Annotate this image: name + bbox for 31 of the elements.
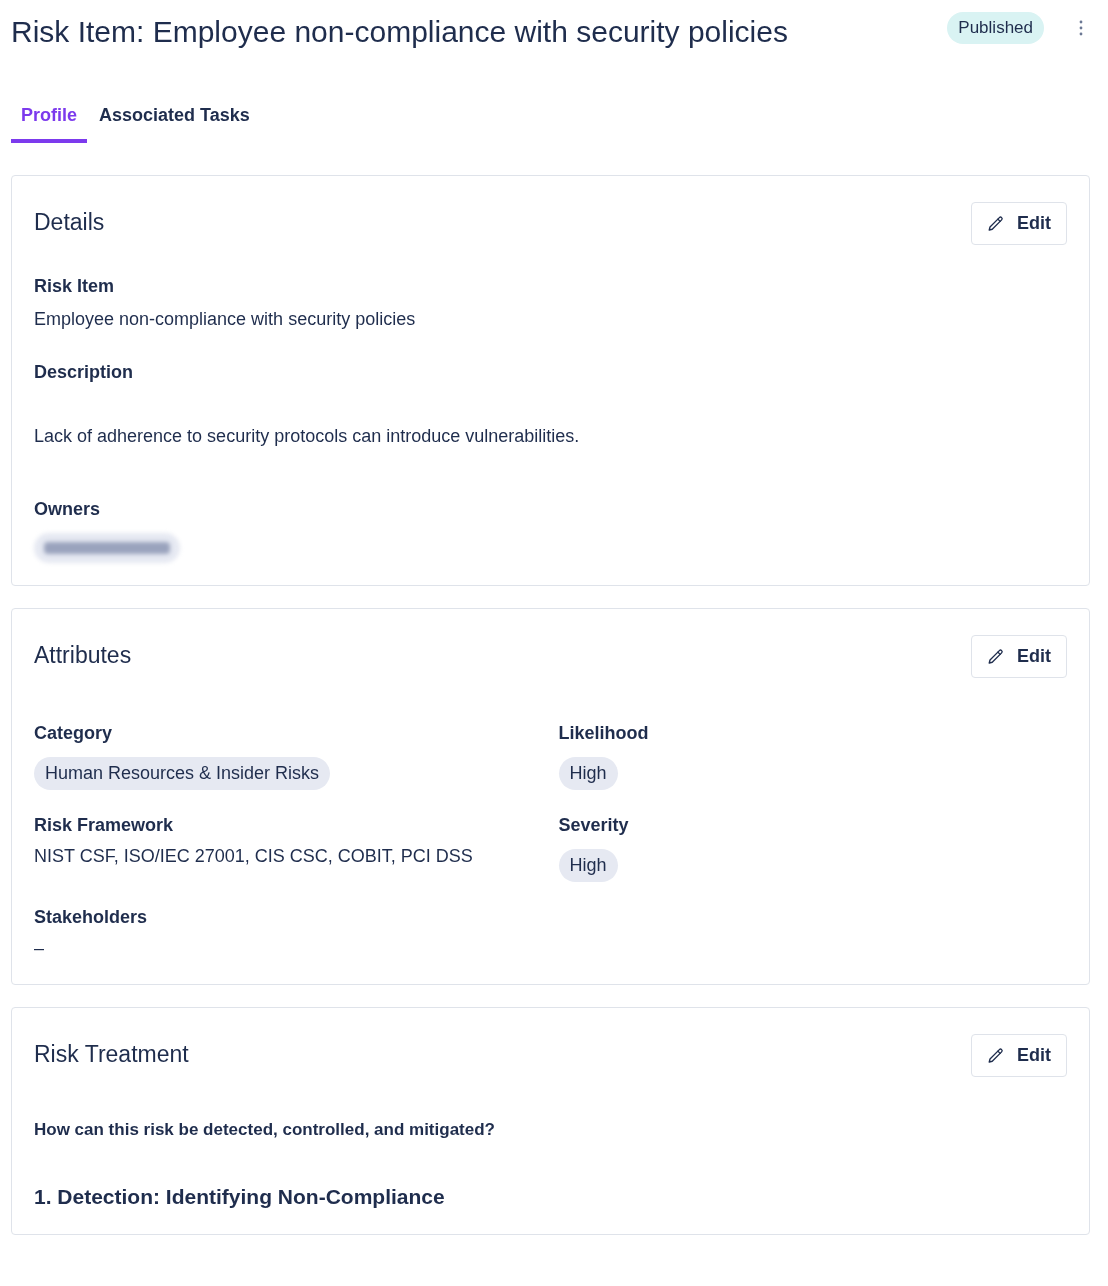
section-title: Attributes (34, 640, 132, 670)
status-badge: Published (947, 12, 1044, 44)
field-label: Stakeholders (34, 906, 149, 929)
pencil-icon (987, 214, 1005, 233)
description-text: Lack of adherence to security protocols can introduce vulnerabilities. (34, 425, 581, 448)
section-title: Risk Treatment (34, 1039, 189, 1069)
tag: High (558, 757, 618, 790)
field-label: Risk Framework (34, 814, 175, 837)
edit-button[interactable]: Edit (971, 1034, 1067, 1077)
field-label: Owners (34, 498, 102, 521)
tag: High (558, 849, 618, 882)
page-title: Risk Item: Employee non-compliance with security policies (11, 14, 788, 50)
field-label: Category (34, 722, 114, 745)
field-value: NIST CSF, ISO/IEC 27001, CIS CSC, COBIT, PCI DSS (34, 845, 474, 868)
section-title: Details (34, 207, 105, 237)
field-label: Risk Item (34, 275, 116, 298)
subsection-heading: 1. Detection: Identifying Non-Compliance (34, 1183, 446, 1210)
edit-button[interactable]: Edit (971, 635, 1067, 678)
field-label: Severity (558, 814, 630, 837)
tag: Human Resources & Insider Risks (34, 757, 331, 790)
tab[interactable]: Associated Tasks (89, 102, 260, 143)
field-label: Description (34, 361, 135, 384)
field-label: Likelihood (558, 722, 650, 745)
edit-button[interactable]: Edit (971, 202, 1067, 245)
pencil-icon (987, 647, 1005, 666)
field-value: – (34, 937, 45, 960)
question-text: How can this risk be detected, controlled, and mitigated? (34, 1119, 496, 1141)
pencil-icon (987, 1046, 1005, 1065)
more-icon (1079, 19, 1083, 36)
field-value: Employee non-compliance with security policies (34, 308, 417, 331)
tab[interactable]: Profile (11, 102, 87, 143)
